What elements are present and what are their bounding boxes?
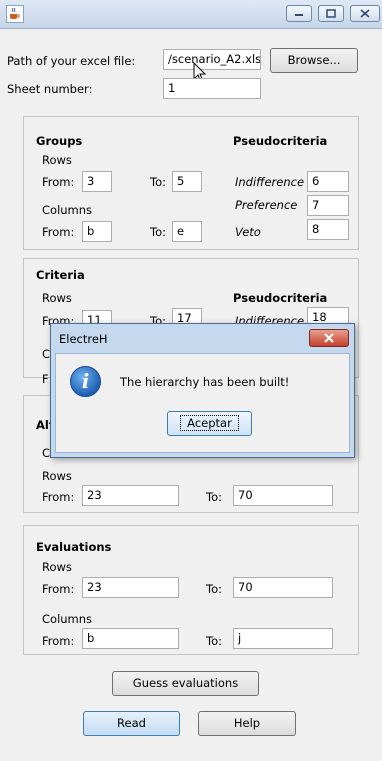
- evaluations-rows-from-label: From:: [42, 582, 75, 596]
- dialog-message: The hierarchy has been built!: [120, 375, 290, 389]
- groups-rows-to-label: To:: [150, 175, 166, 189]
- window-titlebar[interactable]: [0, 0, 382, 29]
- groups-rows-label: Rows: [42, 153, 72, 167]
- criteria-columns-label-partial: C: [42, 347, 51, 361]
- groups-title: Groups: [36, 134, 83, 148]
- evaluations-rows-label: Rows: [42, 560, 72, 574]
- evaluations-cols-from-label: From:: [42, 634, 75, 648]
- groups-rows-from-field[interactable]: 3: [82, 171, 112, 192]
- alternatives-rows-label: Rows: [42, 469, 72, 483]
- preference-label: Preference: [235, 198, 298, 212]
- alternatives-rows-from-label: From:: [42, 490, 75, 504]
- sheet-label: Sheet number:: [7, 82, 93, 96]
- indifference-label: Indifference: [235, 175, 305, 189]
- criteria-title: Criteria: [36, 268, 85, 282]
- dialog-title: ElectreH: [59, 332, 108, 346]
- read-button[interactable]: Read: [83, 711, 180, 736]
- evaluations-cols-from-field[interactable]: b: [82, 628, 179, 649]
- veto-field[interactable]: 8: [307, 219, 349, 240]
- alternatives-rows-to-label: To:: [206, 490, 222, 504]
- indifference-field[interactable]: 6: [307, 171, 349, 192]
- alternatives-columns-label-partial: C: [42, 446, 51, 460]
- sheet-field[interactable]: 1: [163, 78, 261, 99]
- alternatives-rows-to-field[interactable]: 70: [233, 485, 333, 506]
- minimize-button[interactable]: [286, 5, 312, 22]
- dialog-ok-button[interactable]: Aceptar: [167, 411, 252, 436]
- veto-label: Veto: [235, 225, 261, 239]
- groups-columns-label: Columns: [42, 203, 93, 217]
- evaluations-rows-from-field[interactable]: 23: [82, 577, 179, 598]
- close-window-button[interactable]: [350, 5, 380, 22]
- path-field[interactable]: /scenario_A2.xls: [163, 49, 261, 70]
- pseudocriteria-title: Pseudocriteria: [233, 134, 328, 148]
- information-icon: i: [70, 366, 101, 397]
- groups-cols-from-label: From:: [42, 225, 75, 239]
- dialog-ok-label: Aceptar: [180, 415, 239, 431]
- help-button[interactable]: Help: [198, 711, 296, 736]
- preference-field[interactable]: 7: [307, 195, 349, 216]
- groups-cols-to-label: To:: [150, 225, 166, 239]
- criteria-rows-label: Rows: [42, 291, 72, 305]
- evaluations-title: Evaluations: [36, 540, 112, 554]
- evaluations-cols-to-field[interactable]: j: [233, 628, 333, 649]
- evaluations-columns-label: Columns: [42, 612, 93, 626]
- java-app-icon: [6, 5, 24, 23]
- groups-rows-from-label: From:: [42, 175, 75, 189]
- evaluations-rows-to-field[interactable]: 70: [233, 577, 333, 598]
- groups-cols-to-field[interactable]: e: [172, 221, 202, 242]
- message-dialog: ElectreH i The hierarchy has been built!…: [50, 323, 355, 458]
- evaluations-cols-to-label: To:: [206, 634, 222, 648]
- path-label: Path of your excel file:: [7, 54, 136, 68]
- groups-rows-to-field[interactable]: 5: [172, 171, 202, 192]
- evaluations-rows-to-label: To:: [206, 582, 222, 596]
- groups-cols-from-field[interactable]: b: [82, 221, 112, 242]
- maximize-button[interactable]: [318, 5, 344, 22]
- guess-evaluations-button[interactable]: Guess evaluations: [112, 671, 259, 696]
- alternatives-rows-from-field[interactable]: 23: [82, 485, 179, 506]
- browse-button[interactable]: Browse...: [270, 48, 358, 73]
- criteria-cols-from-label-partial: F: [42, 372, 49, 386]
- dialog-close-button[interactable]: [309, 329, 349, 347]
- pseudocriteria-2-title: Pseudocriteria: [233, 291, 328, 305]
- dialog-body: i The hierarchy has been built! Aceptar: [55, 353, 350, 453]
